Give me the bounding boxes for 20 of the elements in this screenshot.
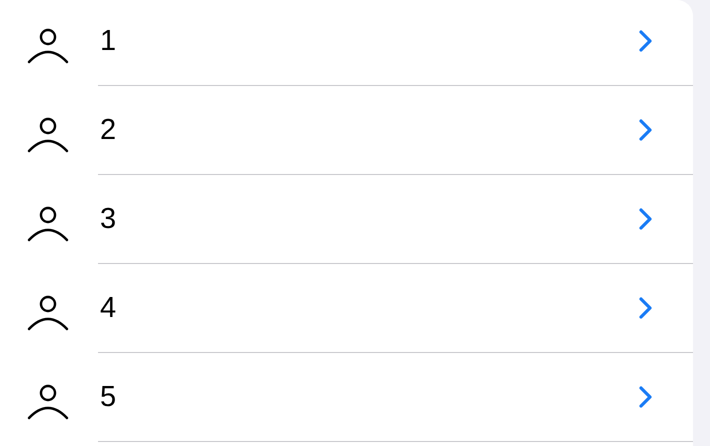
chevron-icon [639, 30, 653, 52]
list-item[interactable]: 4 [0, 264, 693, 353]
item-label: 2 [99, 114, 116, 146]
item-label: 3 [99, 202, 116, 236]
person-icon [27, 295, 69, 331]
chevron-icon [639, 297, 653, 319]
chevron-icon [639, 208, 653, 230]
person-icon [27, 206, 69, 242]
list-item[interactable]: 2 [0, 86, 693, 175]
person-icon [27, 28, 69, 64]
chevron-icon [639, 119, 653, 141]
chevron-icon [639, 386, 653, 408]
person-icon [27, 384, 69, 420]
person-icon [27, 117, 69, 153]
list-item[interactable]: 1 [0, 0, 693, 86]
item-label: 5 [99, 380, 116, 414]
list-item[interactable]: 5 [0, 353, 693, 442]
item-label: 4 [99, 292, 116, 324]
list-item[interactable]: 3 [0, 175, 693, 264]
item-label: 1 [99, 24, 116, 58]
